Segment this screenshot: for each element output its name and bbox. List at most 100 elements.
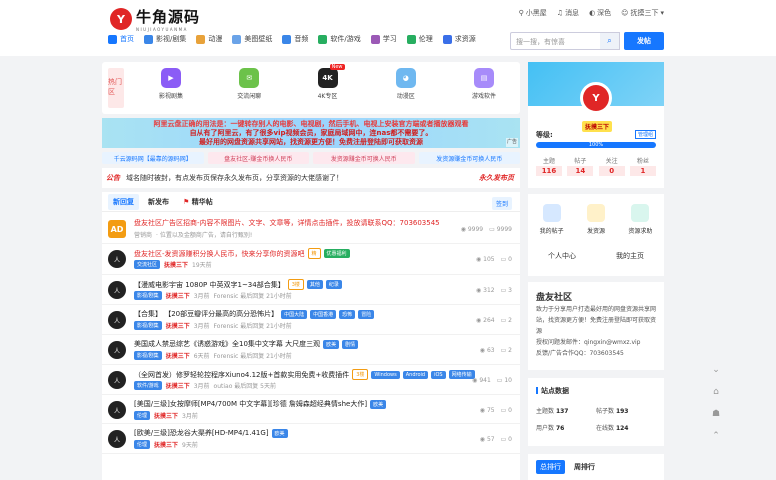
nav-item[interactable]: 美图壁纸 bbox=[232, 34, 272, 44]
post-tag[interactable]: 中国香港 bbox=[310, 309, 337, 319]
nav-item[interactable]: 求资源 bbox=[442, 34, 476, 44]
post-tag[interactable]: iOS bbox=[431, 370, 446, 379]
avatar[interactable]: 人 bbox=[108, 371, 126, 389]
search-button[interactable]: ⌕ bbox=[600, 32, 620, 50]
post-title[interactable]: 盘友社区-发资源赚积分换人民币，快来分享你的资源吧精优惠福利 bbox=[134, 248, 350, 259]
post-tag[interactable]: 精 bbox=[307, 248, 321, 259]
post-tag[interactable]: Windows bbox=[371, 370, 400, 379]
nav-item[interactable]: 首页 bbox=[108, 34, 134, 44]
site-logo[interactable]: Y 牛角源码 NIUJIAOYUANMA bbox=[110, 6, 200, 32]
friend-link[interactable]: 盘友社区-赚金币换人民币 bbox=[207, 152, 309, 164]
category-badge[interactable]: 软件/游戏 bbox=[134, 381, 162, 390]
profile-name[interactable]: 抚摸三下 bbox=[582, 121, 613, 132]
category-badge[interactable]: 伦理 bbox=[134, 440, 151, 449]
back-to-top-button[interactable]: ⌃ bbox=[708, 428, 724, 444]
hot-item[interactable]: ▤ 游戏软件 bbox=[453, 68, 515, 100]
post-title[interactable]: [美国/三级]女按摩师[MP4/700M 中文字幕][珍德 詹姆森超经典情she… bbox=[134, 399, 387, 409]
table-row[interactable]: 人盘友社区-发资源赚积分换人民币，快来分享你的资源吧精优惠福利 交流社区 抚摸三下 1… bbox=[102, 244, 520, 275]
ad-banner[interactable]: 阿里云盘正确的用法是：一键转存别人的电影、电视剧，然后手机、电视上安装官方端或者… bbox=[102, 118, 520, 148]
nav-item[interactable]: 影视/剧集 bbox=[144, 34, 186, 44]
category-badge[interactable]: 伦理 bbox=[134, 411, 151, 420]
post-button[interactable]: 发帖 bbox=[624, 32, 664, 50]
theme-toggle[interactable]: ◐ 深色 bbox=[589, 8, 611, 18]
profile-stat[interactable]: 关注 0 bbox=[598, 156, 625, 176]
post-tag[interactable]: 其他 bbox=[306, 280, 323, 289]
hot-item[interactable]: 4K New 4K专区 bbox=[297, 64, 359, 100]
post-tag[interactable]: 恐怖 bbox=[339, 309, 356, 319]
table-row[interactable]: 人美国成人禁忌综艺《诱惑游戏》全10集中文字幕 大尺度三观 欧美 剧情 影视/剧集 抚摸… bbox=[102, 335, 520, 365]
tab-new-replies[interactable]: 新回复 bbox=[108, 193, 139, 210]
post-title[interactable]: 【漫威电影宇宙 1080P 中英双字1~34部合集】 3楼 其他 纪录 bbox=[134, 279, 342, 290]
tab-total-rank[interactable]: 总排行 bbox=[536, 460, 565, 474]
author-name[interactable]: 营销商 bbox=[134, 230, 152, 239]
post-title[interactable]: （全网首发）修罗轻轮控程序Xiuno4.12版+首款实用免费+收费插件 3楼 Win… bbox=[134, 369, 475, 380]
avatar[interactable]: 人 bbox=[108, 430, 126, 448]
post-title[interactable]: [欧美/三级]恐龙谷大渠养[HD-MP4/1.41G] 欧美 bbox=[134, 428, 288, 438]
post-tag[interactable]: 中国大陆 bbox=[281, 309, 308, 319]
avatar[interactable]: 人 bbox=[108, 311, 126, 329]
post-tag[interactable]: 欧美 bbox=[370, 399, 387, 409]
avatar[interactable]: 人 bbox=[108, 281, 126, 299]
avatar[interactable]: AD bbox=[108, 220, 126, 238]
friend-link[interactable]: 发资源赚金币可换人民币 bbox=[418, 152, 520, 164]
avatar[interactable]: 人 bbox=[108, 401, 126, 419]
my-homepage-link[interactable]: 我的主页 bbox=[616, 251, 644, 261]
author-name[interactable]: 抚摸三下 bbox=[154, 440, 178, 449]
table-row[interactable]: 人 （全网首发）修罗轻轮控程序Xiuno4.12版+首款实用免费+收费插件 3楼 Wi… bbox=[102, 365, 520, 395]
post-tag[interactable]: 欧美 bbox=[323, 339, 340, 349]
table-row[interactable]: 人 [欧美/三级]恐龙谷大渠养[HD-MP4/1.41G] 欧美 伦理 抚摸三下 9天前 ◉… bbox=[102, 424, 520, 454]
table-row[interactable]: 人【合集】 【20部豆瓣评分最高的高分恐怖片】 中国大陆 中国香港 恐怖 冒险 影视/剧集… bbox=[102, 305, 520, 335]
collapse-button[interactable]: ⌄ bbox=[708, 362, 724, 378]
friend-link[interactable]: 发资源赚金币可换人民币 bbox=[313, 152, 415, 164]
quick-action[interactable]: 我的帖子 bbox=[540, 204, 564, 235]
sign-in-button[interactable]: 签到 bbox=[491, 197, 512, 210]
post-tag[interactable]: 剧情 bbox=[342, 339, 359, 349]
nav-item[interactable]: 软件/游戏 bbox=[318, 34, 361, 44]
category-badge[interactable]: 影视/剧集 bbox=[134, 321, 162, 330]
nav-item[interactable]: 动漫 bbox=[196, 34, 222, 44]
table-row[interactable]: 人【漫威电影宇宙 1080P 中英双字1~34部合集】 3楼 其他 纪录 影视/剧集 抚摸… bbox=[102, 275, 520, 305]
category-badge[interactable]: 影视/剧集 bbox=[134, 351, 162, 360]
blacklist-link[interactable]: ⚲ 小黑屋 bbox=[519, 8, 547, 18]
hot-item[interactable]: ▶ 影视剧集 bbox=[140, 68, 202, 100]
nav-item[interactable]: 音频 bbox=[282, 34, 308, 44]
post-title[interactable]: 【合集】 【20部豆瓣评分最高的高分恐怖片】 中国大陆 中国香港 恐怖 冒险 bbox=[134, 309, 375, 319]
author-name[interactable]: 抚摸三下 bbox=[166, 321, 190, 330]
post-tag[interactable]: 3楼 bbox=[287, 279, 304, 290]
avatar[interactable]: 人 bbox=[108, 250, 126, 268]
post-tag[interactable]: 欧美 bbox=[271, 428, 288, 438]
avatar[interactable]: Y bbox=[580, 82, 612, 114]
hot-item[interactable]: ◕ 动漫区 bbox=[375, 68, 437, 100]
messages-link[interactable]: ♫ 消息 bbox=[557, 8, 579, 18]
tab-new-posts[interactable]: 新发布 bbox=[143, 194, 174, 210]
friend-link[interactable]: 千云源码网【最靠的源码网】 bbox=[102, 152, 204, 164]
tab-featured[interactable]: ⚑ 精华帖 bbox=[178, 194, 218, 210]
hot-item[interactable]: ✉ 交流闲聊 bbox=[218, 68, 280, 100]
tab-weekly-rank[interactable]: 周排行 bbox=[574, 462, 595, 472]
post-tag[interactable]: 冒险 bbox=[358, 309, 375, 319]
author-name[interactable]: 抚摸三下 bbox=[166, 381, 190, 390]
user-menu[interactable]: ☺ 抚摸三下 ▾ bbox=[621, 8, 664, 18]
post-title[interactable]: 美国成人禁忌综艺《诱惑游戏》全10集中文字幕 大尺度三观 欧美 剧情 bbox=[134, 339, 359, 349]
post-tag[interactable]: Android bbox=[402, 370, 429, 379]
permanent-page-link[interactable]: 永久发布页 bbox=[479, 173, 514, 183]
author-name[interactable]: 抚摸三下 bbox=[164, 260, 188, 269]
profile-stat[interactable]: 主题 116 bbox=[536, 156, 562, 176]
author-name[interactable]: 抚摸三下 bbox=[166, 351, 190, 360]
profile-stat[interactable]: 粉丝 1 bbox=[629, 156, 656, 176]
post-tag[interactable]: 优惠福利 bbox=[323, 249, 350, 258]
avatar[interactable]: 人 bbox=[108, 341, 126, 359]
table-row[interactable]: 人 [美国/三级]女按摩师[MP4/700M 中文字幕][珍德 詹姆森超经典情sh… bbox=[102, 395, 520, 424]
post-tag[interactable]: 纪录 bbox=[325, 280, 342, 289]
post-tag[interactable]: 3楼 bbox=[352, 369, 369, 380]
post-tag[interactable]: 网络传输 bbox=[448, 370, 475, 379]
profile-stat[interactable]: 帖子 14 bbox=[567, 156, 594, 176]
author-name[interactable]: 抚摸三下 bbox=[166, 291, 190, 300]
quick-action[interactable]: 发资源 bbox=[586, 204, 605, 235]
nav-item[interactable]: 伦理 bbox=[406, 34, 433, 44]
service-button[interactable]: ☗ bbox=[708, 406, 724, 422]
category-badge[interactable]: 影视/剧集 bbox=[134, 291, 162, 300]
nav-item[interactable]: 学习 bbox=[370, 34, 397, 44]
table-row[interactable]: AD 盘友社区广告区招商-内容不限图片、文字、文章等，详情点击插件，投放请联系QQ… bbox=[102, 214, 520, 244]
quick-action[interactable]: 资源求助 bbox=[628, 204, 652, 235]
